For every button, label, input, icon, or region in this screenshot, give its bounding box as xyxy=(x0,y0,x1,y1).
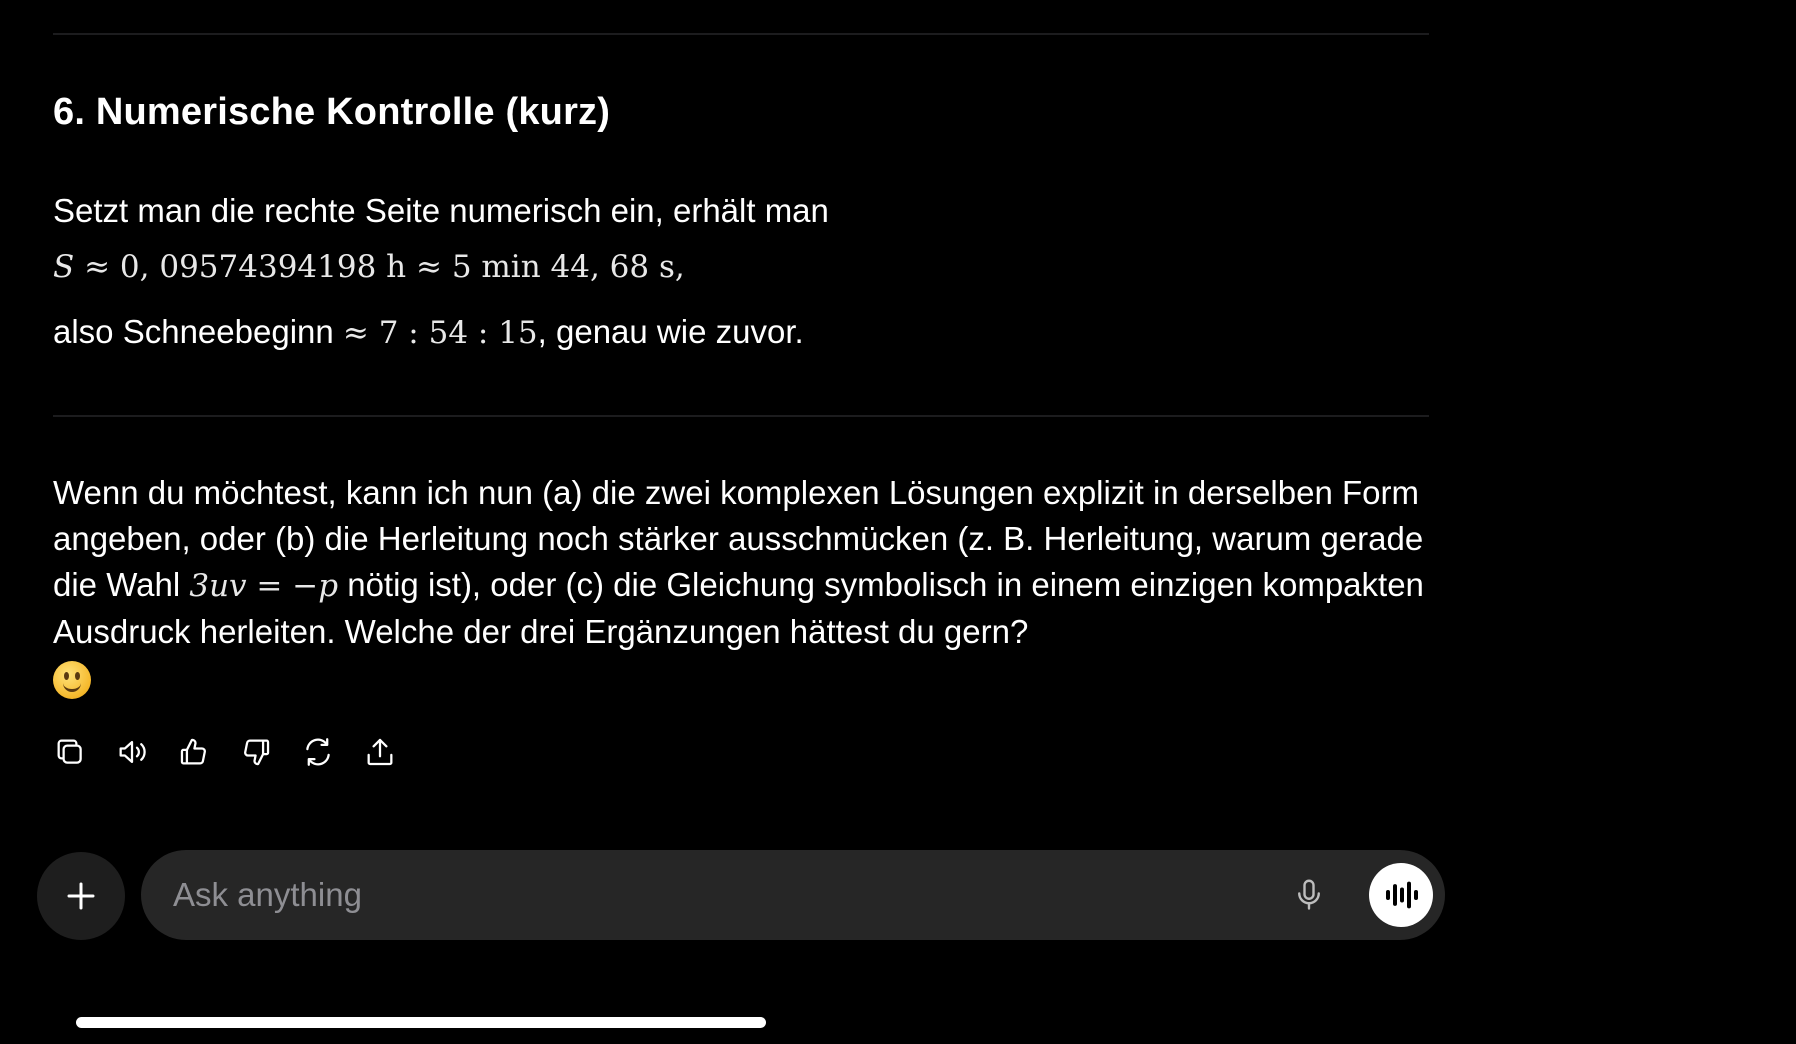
regenerate-icon xyxy=(306,738,330,766)
home-indicator xyxy=(76,1017,766,1028)
top-divider xyxy=(53,33,1429,35)
thumbs-up-button[interactable] xyxy=(176,734,212,770)
math-variable: S xyxy=(53,249,75,285)
voice-mode-icon xyxy=(1386,881,1418,909)
thumbs-down-button[interactable] xyxy=(238,734,274,770)
copy-button[interactable] xyxy=(52,734,88,770)
plus-icon xyxy=(67,882,95,910)
conclusion-after: , genau wie zuvor. xyxy=(537,313,804,350)
conclusion-text: also Schneebeginn ≈ 7 : 54 : 15, genau w… xyxy=(53,309,804,356)
share-icon xyxy=(367,738,393,766)
regenerate-button[interactable] xyxy=(300,734,336,770)
speaker-icon xyxy=(119,740,146,764)
ask-input[interactable] xyxy=(173,850,1253,940)
smiley-emoji-icon xyxy=(53,661,91,700)
thumbs-down-icon xyxy=(244,739,270,766)
microphone-icon xyxy=(1298,879,1320,910)
math-result: S ≈ 0, 09574394198 h ≈ 5 min 44, 68 s, xyxy=(53,244,685,290)
read-aloud-button[interactable] xyxy=(114,734,150,770)
conclusion-before: also Schneebeginn xyxy=(53,313,343,350)
intro-text: Setzt man die rechte Seite numerisch ein… xyxy=(53,192,829,229)
math-expression: ≈ 0, 09574394198 h ≈ 5 min 44, 68 s, xyxy=(74,249,685,285)
dictate-button[interactable] xyxy=(1287,873,1331,917)
add-attachment-button[interactable] xyxy=(37,852,125,940)
composer xyxy=(141,850,1445,940)
share-button[interactable] xyxy=(362,734,398,770)
followup-math: 3uv = −p xyxy=(189,568,339,604)
followup-text: Wenn du möchtest, kann ich nun (a) die z… xyxy=(53,470,1443,701)
voice-mode-button[interactable] xyxy=(1369,863,1433,927)
message-actions xyxy=(52,734,398,770)
section-divider xyxy=(53,415,1429,417)
thumbs-up-icon xyxy=(180,738,206,765)
section-heading: 6. Numerische Kontrolle (kurz) xyxy=(53,91,611,133)
conclusion-math: ≈ 7 : 54 : 15 xyxy=(342,315,538,351)
copy-icon xyxy=(57,739,82,764)
